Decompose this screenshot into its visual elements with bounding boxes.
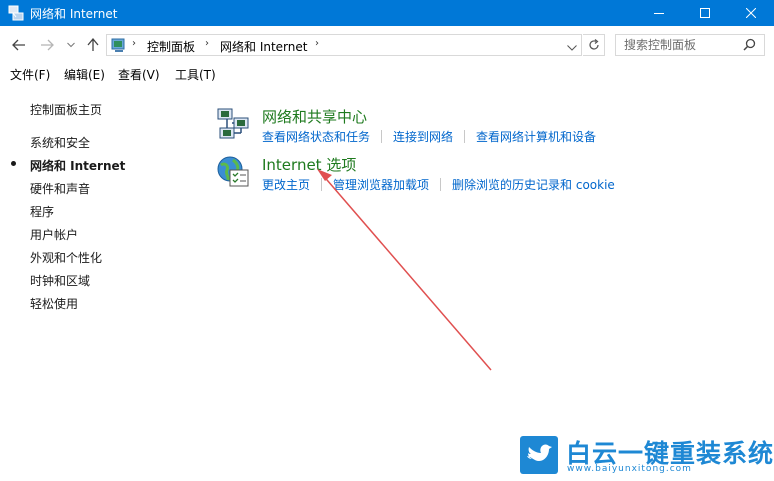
category-links: 查看网络状态和任务 连接到网络 查看网络计算机和设备 [262,128,596,145]
link-view-network-status[interactable]: 查看网络状态和任务 [262,128,370,145]
menu-edit[interactable]: 编辑(E) [64,66,105,83]
search-icon[interactable] [743,38,756,54]
category-title[interactable]: 网络和共享中心 [262,106,367,127]
menu-file[interactable]: 文件(F) [10,66,50,83]
search-box[interactable] [615,34,765,56]
network-sharing-center-icon[interactable] [215,106,251,142]
sidebar-item-ease-of-access[interactable]: 轻松使用 [30,295,78,312]
maximize-icon [700,8,710,18]
close-icon [746,8,756,18]
link-divider [321,178,323,191]
refresh-icon [588,39,599,50]
sidebar-item-hardware-sound[interactable]: 硬件和声音 [30,180,90,197]
sidebar-item-programs[interactable]: 程序 [30,203,54,220]
sidebar-item-appearance[interactable]: 外观和个性化 [30,249,102,266]
category-title[interactable]: Internet 选项 [262,154,356,175]
menu-bar: 文件(F) 编辑(E) 查看(V) 工具(T) [0,64,774,84]
refresh-button[interactable] [583,34,605,56]
network-app-icon [8,5,24,21]
address-box[interactable]: › 控制面板 › 网络和 Internet › [106,34,582,56]
link-delete-browsing-history[interactable]: 删除浏览的历史记录和 cookie [452,176,615,193]
menu-tools[interactable]: 工具(T) [175,66,216,83]
control-panel-icon [111,37,127,53]
sidebar-item-user-accounts[interactable]: 用户帐户 [30,226,78,243]
back-button[interactable] [10,36,28,54]
minimize-icon [654,13,664,14]
close-button[interactable] [728,0,774,26]
maximize-button[interactable] [682,0,728,26]
bird-logo-icon [520,436,558,474]
sidebar-item-clock-region[interactable]: 时钟和区域 [30,272,90,289]
sidebar-item-network-internet[interactable]: 网络和 Internet [30,157,125,174]
minimize-button[interactable] [636,0,682,26]
up-arrow-icon [87,38,99,51]
breadcrumb-control-panel[interactable]: 控制面板 [147,38,195,55]
breadcrumb-separator-icon: › [205,38,209,49]
link-connect-to-network[interactable]: 连接到网络 [393,128,453,145]
forward-arrow-icon [41,39,54,51]
address-dropdown-icon[interactable] [567,40,577,54]
link-divider [440,178,442,191]
up-button[interactable] [84,36,102,54]
link-manage-add-ons[interactable]: 管理浏览器加载项 [333,176,429,193]
chevron-down-icon [67,42,75,48]
window-title: 网络和 Internet [30,7,118,21]
sidebar-item-home[interactable]: 控制面板主页 [30,101,102,118]
title-bar: 网络和 Internet [0,0,774,26]
link-change-home-page[interactable]: 更改主页 [262,176,310,193]
back-arrow-icon [12,39,25,51]
menu-view[interactable]: 查看(V) [118,66,160,83]
watermark-url: www.baiyunxitong.com [567,464,692,474]
category-links: 更改主页 管理浏览器加载项 删除浏览的历史记录和 cookie [262,176,615,193]
recent-locations-button[interactable] [62,36,80,54]
link-divider [381,130,383,143]
link-view-network-computers[interactable]: 查看网络计算机和设备 [476,128,596,145]
internet-options-icon[interactable] [215,154,251,190]
current-item-bullet-icon [11,161,16,166]
search-input[interactable] [616,35,740,55]
forward-button[interactable] [38,36,56,54]
watermark: 白云一键重装系统 www.baiyunxitong.com [520,432,773,478]
navigation-bar: › 控制面板 › 网络和 Internet › [0,30,774,60]
breadcrumb-network-internet[interactable]: 网络和 Internet [220,38,307,55]
link-divider [464,130,466,143]
breadcrumb-separator-icon: › [315,38,319,49]
breadcrumb-separator-icon: › [132,38,136,49]
sidebar-item-system-security[interactable]: 系统和安全 [30,134,90,151]
